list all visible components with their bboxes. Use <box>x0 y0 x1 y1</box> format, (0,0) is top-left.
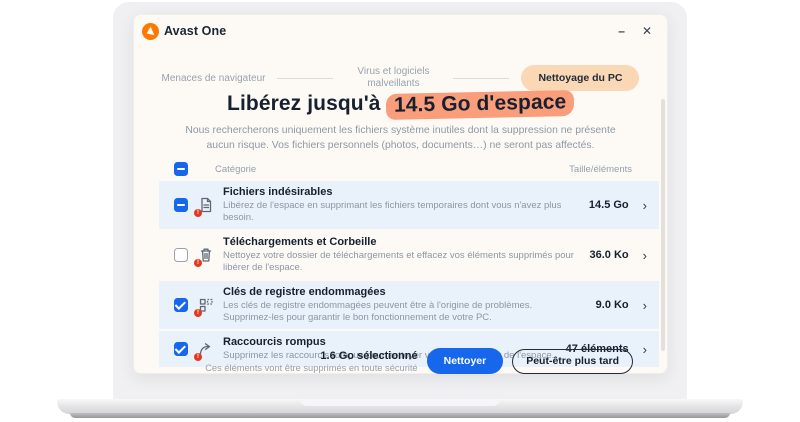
row-description: Nettoyez votre dossier de téléchargement… <box>223 250 575 274</box>
category-column-header: Catégorie <box>215 164 256 175</box>
avast-one-window: Avast One – ✕ Menaces de navigateur Viru… <box>133 14 668 374</box>
tab-pc-cleanup-active[interactable]: Nettoyage du PC <box>521 65 639 91</box>
stepper-connector <box>277 78 333 79</box>
app-title: Avast One <box>164 24 226 38</box>
chevron-right-icon[interactable]: › <box>643 249 647 262</box>
row-description: Les clés de registre endommagées peuvent… <box>223 300 575 324</box>
table-row[interactable]: Clés de registre endommagées Les clés de… <box>159 281 659 329</box>
row-size: 36.0 Ko <box>590 249 629 261</box>
trash-icon <box>197 246 215 264</box>
row-texts: Fichiers indésirables Libérez de l'espac… <box>223 186 575 224</box>
row-checkbox[interactable] <box>174 248 188 262</box>
avast-logo-icon <box>142 23 159 40</box>
window-controls: – ✕ <box>616 23 654 39</box>
row-title: Clés de registre endommagées <box>223 286 575 299</box>
row-texts: Téléchargements et Corbeille Nettoyez vo… <box>223 236 575 274</box>
selected-size-label: 1.6 Go sélectionné <box>205 350 417 362</box>
laptop-bottom-edge <box>70 413 730 418</box>
laptop-notch <box>300 399 500 406</box>
alert-badge-icon <box>194 309 202 317</box>
minimize-button[interactable]: – <box>616 23 627 39</box>
chevron-right-icon[interactable]: › <box>643 299 647 312</box>
chevron-right-icon[interactable]: › <box>643 343 647 356</box>
selection-summary: 1.6 Go sélectionné Ces éléments vont êtr… <box>205 350 417 373</box>
row-checkbox[interactable] <box>174 198 188 212</box>
clean-button[interactable]: Nettoyer <box>427 348 504 374</box>
table-row[interactable]: Téléchargements et Corbeille Nettoyez vo… <box>159 231 659 279</box>
stepper-connector <box>453 78 509 79</box>
maybe-later-button[interactable]: Peut-être plus tard <box>512 349 633 374</box>
row-checkbox[interactable] <box>174 298 188 312</box>
action-bar: 1.6 Go sélectionné Ces éléments vont êtr… <box>159 348 633 374</box>
table-header: Catégorie Taille/éléments <box>159 161 659 177</box>
junk-file-icon <box>197 196 215 214</box>
row-texts: Clés de registre endommagées Les clés de… <box>223 286 575 324</box>
table-row[interactable]: Fichiers indésirables Libérez de l'espac… <box>159 181 659 229</box>
close-button[interactable]: ✕ <box>640 23 654 39</box>
titlebar: Avast One – ✕ <box>134 15 667 47</box>
cleanup-table: Catégorie Taille/éléments Fichiers indés… <box>159 161 659 369</box>
alert-badge-icon <box>194 209 202 217</box>
scrollbar[interactable] <box>661 99 665 351</box>
row-size: 9.0 Ko <box>596 299 629 311</box>
row-size: 14.5 Go <box>589 199 629 211</box>
size-column-header: Taille/éléments <box>569 164 659 175</box>
row-title: Téléchargements et Corbeille <box>223 236 575 249</box>
row-title: Fichiers indésirables <box>223 186 575 199</box>
tab-virus-malware[interactable]: Virus et logiciels malveillants <box>345 66 441 91</box>
page-subtitle: Nous rechercherons uniquement les fichie… <box>175 123 627 153</box>
page-title-highlight: 14.5 Go d'espace <box>385 90 574 120</box>
page-title-prefix: Libérez jusqu'à <box>227 92 381 115</box>
chevron-right-icon[interactable]: › <box>643 199 647 212</box>
row-description: Libérez de l'espace en supprimant les fi… <box>223 200 575 224</box>
page-title: Libérez jusqu'à14.5 Go d'espace <box>134 92 667 118</box>
tab-browser-threats[interactable]: Menaces de navigateur <box>162 73 266 84</box>
select-all-checkbox[interactable] <box>174 162 188 176</box>
page: Avast One – ✕ Menaces de navigateur Viru… <box>0 0 800 422</box>
registry-icon <box>197 296 215 314</box>
safety-note: Ces éléments vont être supprimés en tout… <box>205 363 417 373</box>
alert-badge-icon <box>194 259 202 267</box>
